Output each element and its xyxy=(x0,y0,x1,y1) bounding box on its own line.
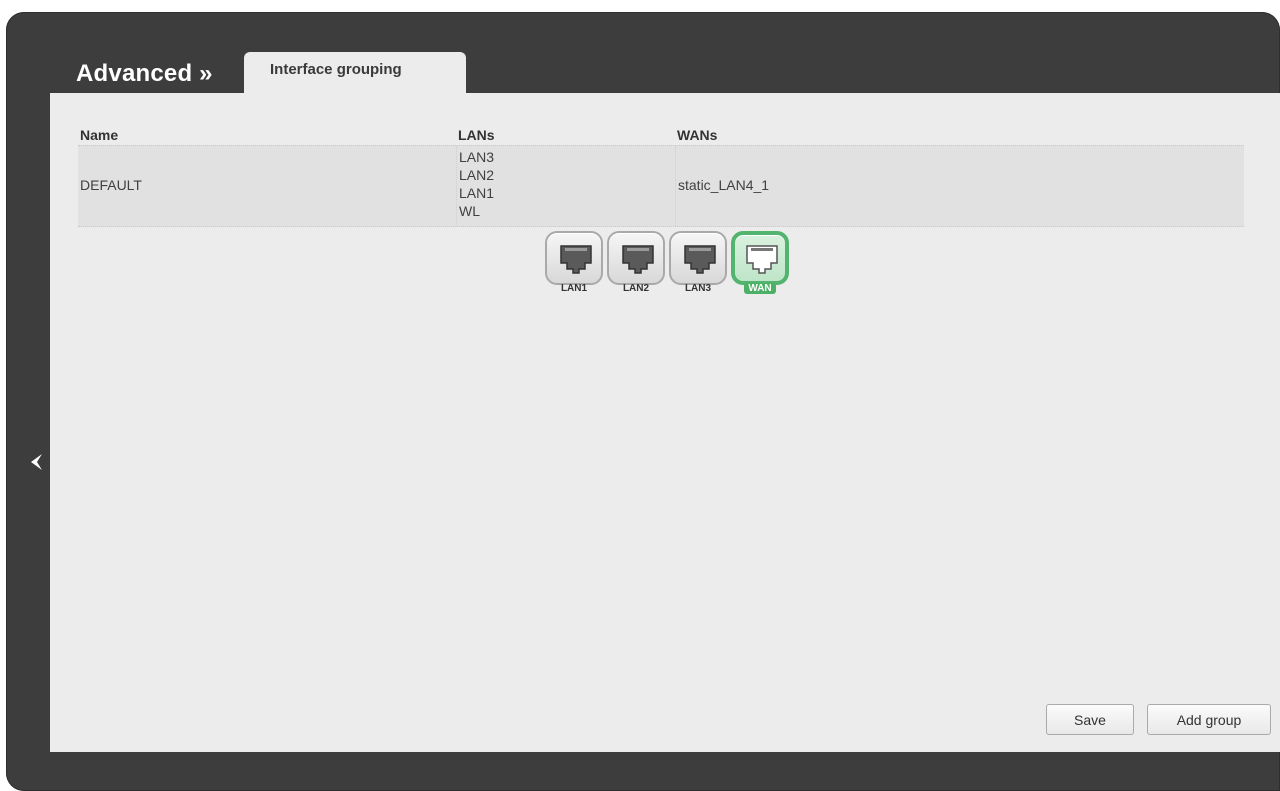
groups-table: Name LANs WANs DEFAULT LAN3 LAN2 LAN1 WL… xyxy=(78,125,1244,227)
port-label: WAN xyxy=(744,283,776,294)
column-header-lans: LANs xyxy=(458,127,495,143)
page-section-title: Advanced » xyxy=(76,60,213,87)
port-label: LAN1 xyxy=(560,283,588,294)
lan-entry: LAN2 xyxy=(459,167,495,183)
ethernet-port-icon xyxy=(746,245,778,274)
cell-lans: LAN3 LAN2 LAN1 WL xyxy=(456,146,675,226)
ethernet-port-icon xyxy=(560,245,592,274)
port-lan3[interactable]: LAN3 xyxy=(669,231,729,301)
lan-entry: WL xyxy=(459,203,480,219)
port-label: LAN3 xyxy=(684,283,712,294)
content-panel: Name LANs WANs DEFAULT LAN3 LAN2 LAN1 WL… xyxy=(50,93,1280,752)
ethernet-port-icon xyxy=(622,245,654,274)
lan-entry: LAN1 xyxy=(459,185,495,201)
chevron-left-icon xyxy=(31,454,42,470)
column-header-wans: WANs xyxy=(677,127,718,143)
column-header-name: Name xyxy=(80,127,119,143)
ethernet-port-icon xyxy=(684,245,716,274)
save-button[interactable]: Save xyxy=(1046,704,1134,735)
port-diagram: LAN1 LAN2 LAN3 WAN xyxy=(545,231,825,301)
cell-name: DEFAULT xyxy=(78,146,456,226)
lan-entry: LAN3 xyxy=(459,149,495,165)
back-button[interactable] xyxy=(24,448,48,476)
port-label: LAN2 xyxy=(622,283,650,294)
add-group-button[interactable]: Add group xyxy=(1147,704,1271,735)
tab-interface-grouping[interactable]: Interface grouping xyxy=(244,52,466,94)
port-lan1[interactable]: LAN1 xyxy=(545,231,605,301)
wan-entry: static_LAN4_1 xyxy=(678,177,770,193)
cell-wans: static_LAN4_1 xyxy=(675,146,1245,226)
port-lan2[interactable]: LAN2 xyxy=(607,231,667,301)
group-name: DEFAULT xyxy=(80,177,142,193)
table-row[interactable]: DEFAULT LAN3 LAN2 LAN1 WL static_LAN4_1 xyxy=(78,145,1244,227)
table-header: Name LANs WANs xyxy=(78,125,1244,145)
port-wan[interactable]: WAN xyxy=(731,231,791,301)
